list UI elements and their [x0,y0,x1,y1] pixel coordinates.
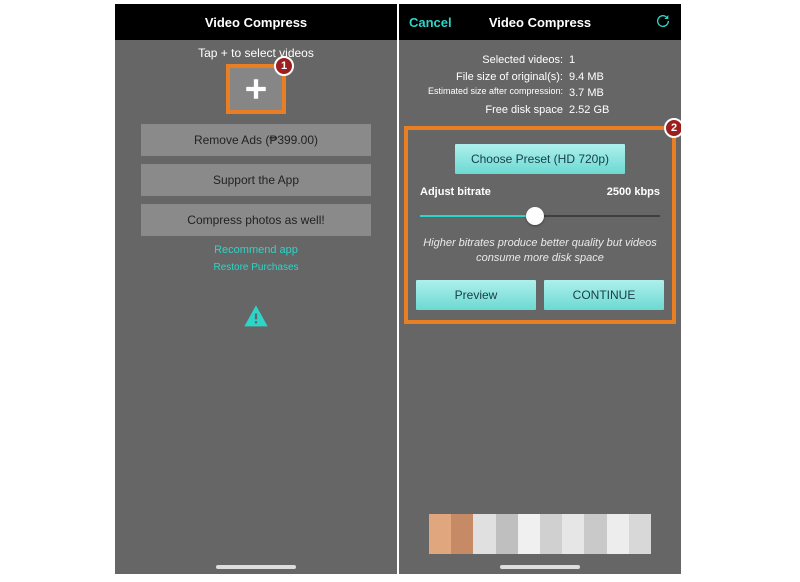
plus-icon [243,76,269,102]
topbar: Video Compress [115,4,397,40]
screen-settings: Cancel Video Compress Selected videos:1 … [399,4,681,574]
adjust-bitrate-label: Adjust bitrate [420,186,491,198]
selected-label: Selected videos: [399,52,569,69]
remove-ads-button[interactable]: Remove Ads (₱399.00) [141,124,371,156]
recommend-link[interactable]: Recommend app [115,244,397,256]
title: Video Compress [489,15,591,30]
title: Video Compress [205,15,307,30]
original-size-value: 9.4 MB [569,69,604,86]
compress-photos-button[interactable]: Compress photos as well! [141,204,371,236]
bitrate-slider[interactable] [420,206,660,226]
continue-button[interactable]: CONTINUE [544,280,664,310]
compressed-size-label: Estimated size after compression: [399,85,569,102]
cancel-button[interactable]: Cancel [409,15,452,30]
refresh-icon [655,13,671,29]
preview-button[interactable]: Preview [416,280,536,310]
settings-panel: 2 Choose Preset (HD 720p) Adjust bitrate… [404,126,676,324]
free-space-value: 2.52 GB [569,102,609,119]
step-badge-1: 1 [274,56,294,76]
slider-thumb[interactable] [526,207,544,225]
info-list: Selected videos:1 File size of original(… [399,52,681,118]
step-badge-2: 2 [664,118,681,138]
topbar: Cancel Video Compress [399,4,681,40]
choose-preset-button[interactable]: Choose Preset (HD 720p) [455,144,625,174]
home-indicator [500,565,580,569]
warning-icon [242,303,270,331]
bitrate-value: 2500 kbps [607,186,660,198]
bitrate-hint: Higher bitrates produce better quality b… [416,236,664,266]
free-space-label: Free disk space [399,102,569,119]
screen-home: Video Compress Tap + to select videos 1 … [115,4,397,574]
tap-hint: Tap + to select videos [115,46,397,60]
selected-value: 1 [569,52,575,69]
home-indicator [216,565,296,569]
blurred-region [429,514,651,554]
original-size-label: File size of original(s): [399,69,569,86]
add-video-button[interactable]: 1 [226,64,286,114]
compressed-size-value: 3.7 MB [569,85,604,102]
slider-fill [420,215,535,217]
restore-purchases-link[interactable]: Restore Purchases [115,262,397,273]
support-app-button[interactable]: Support the App [141,164,371,196]
refresh-button[interactable] [655,13,671,32]
